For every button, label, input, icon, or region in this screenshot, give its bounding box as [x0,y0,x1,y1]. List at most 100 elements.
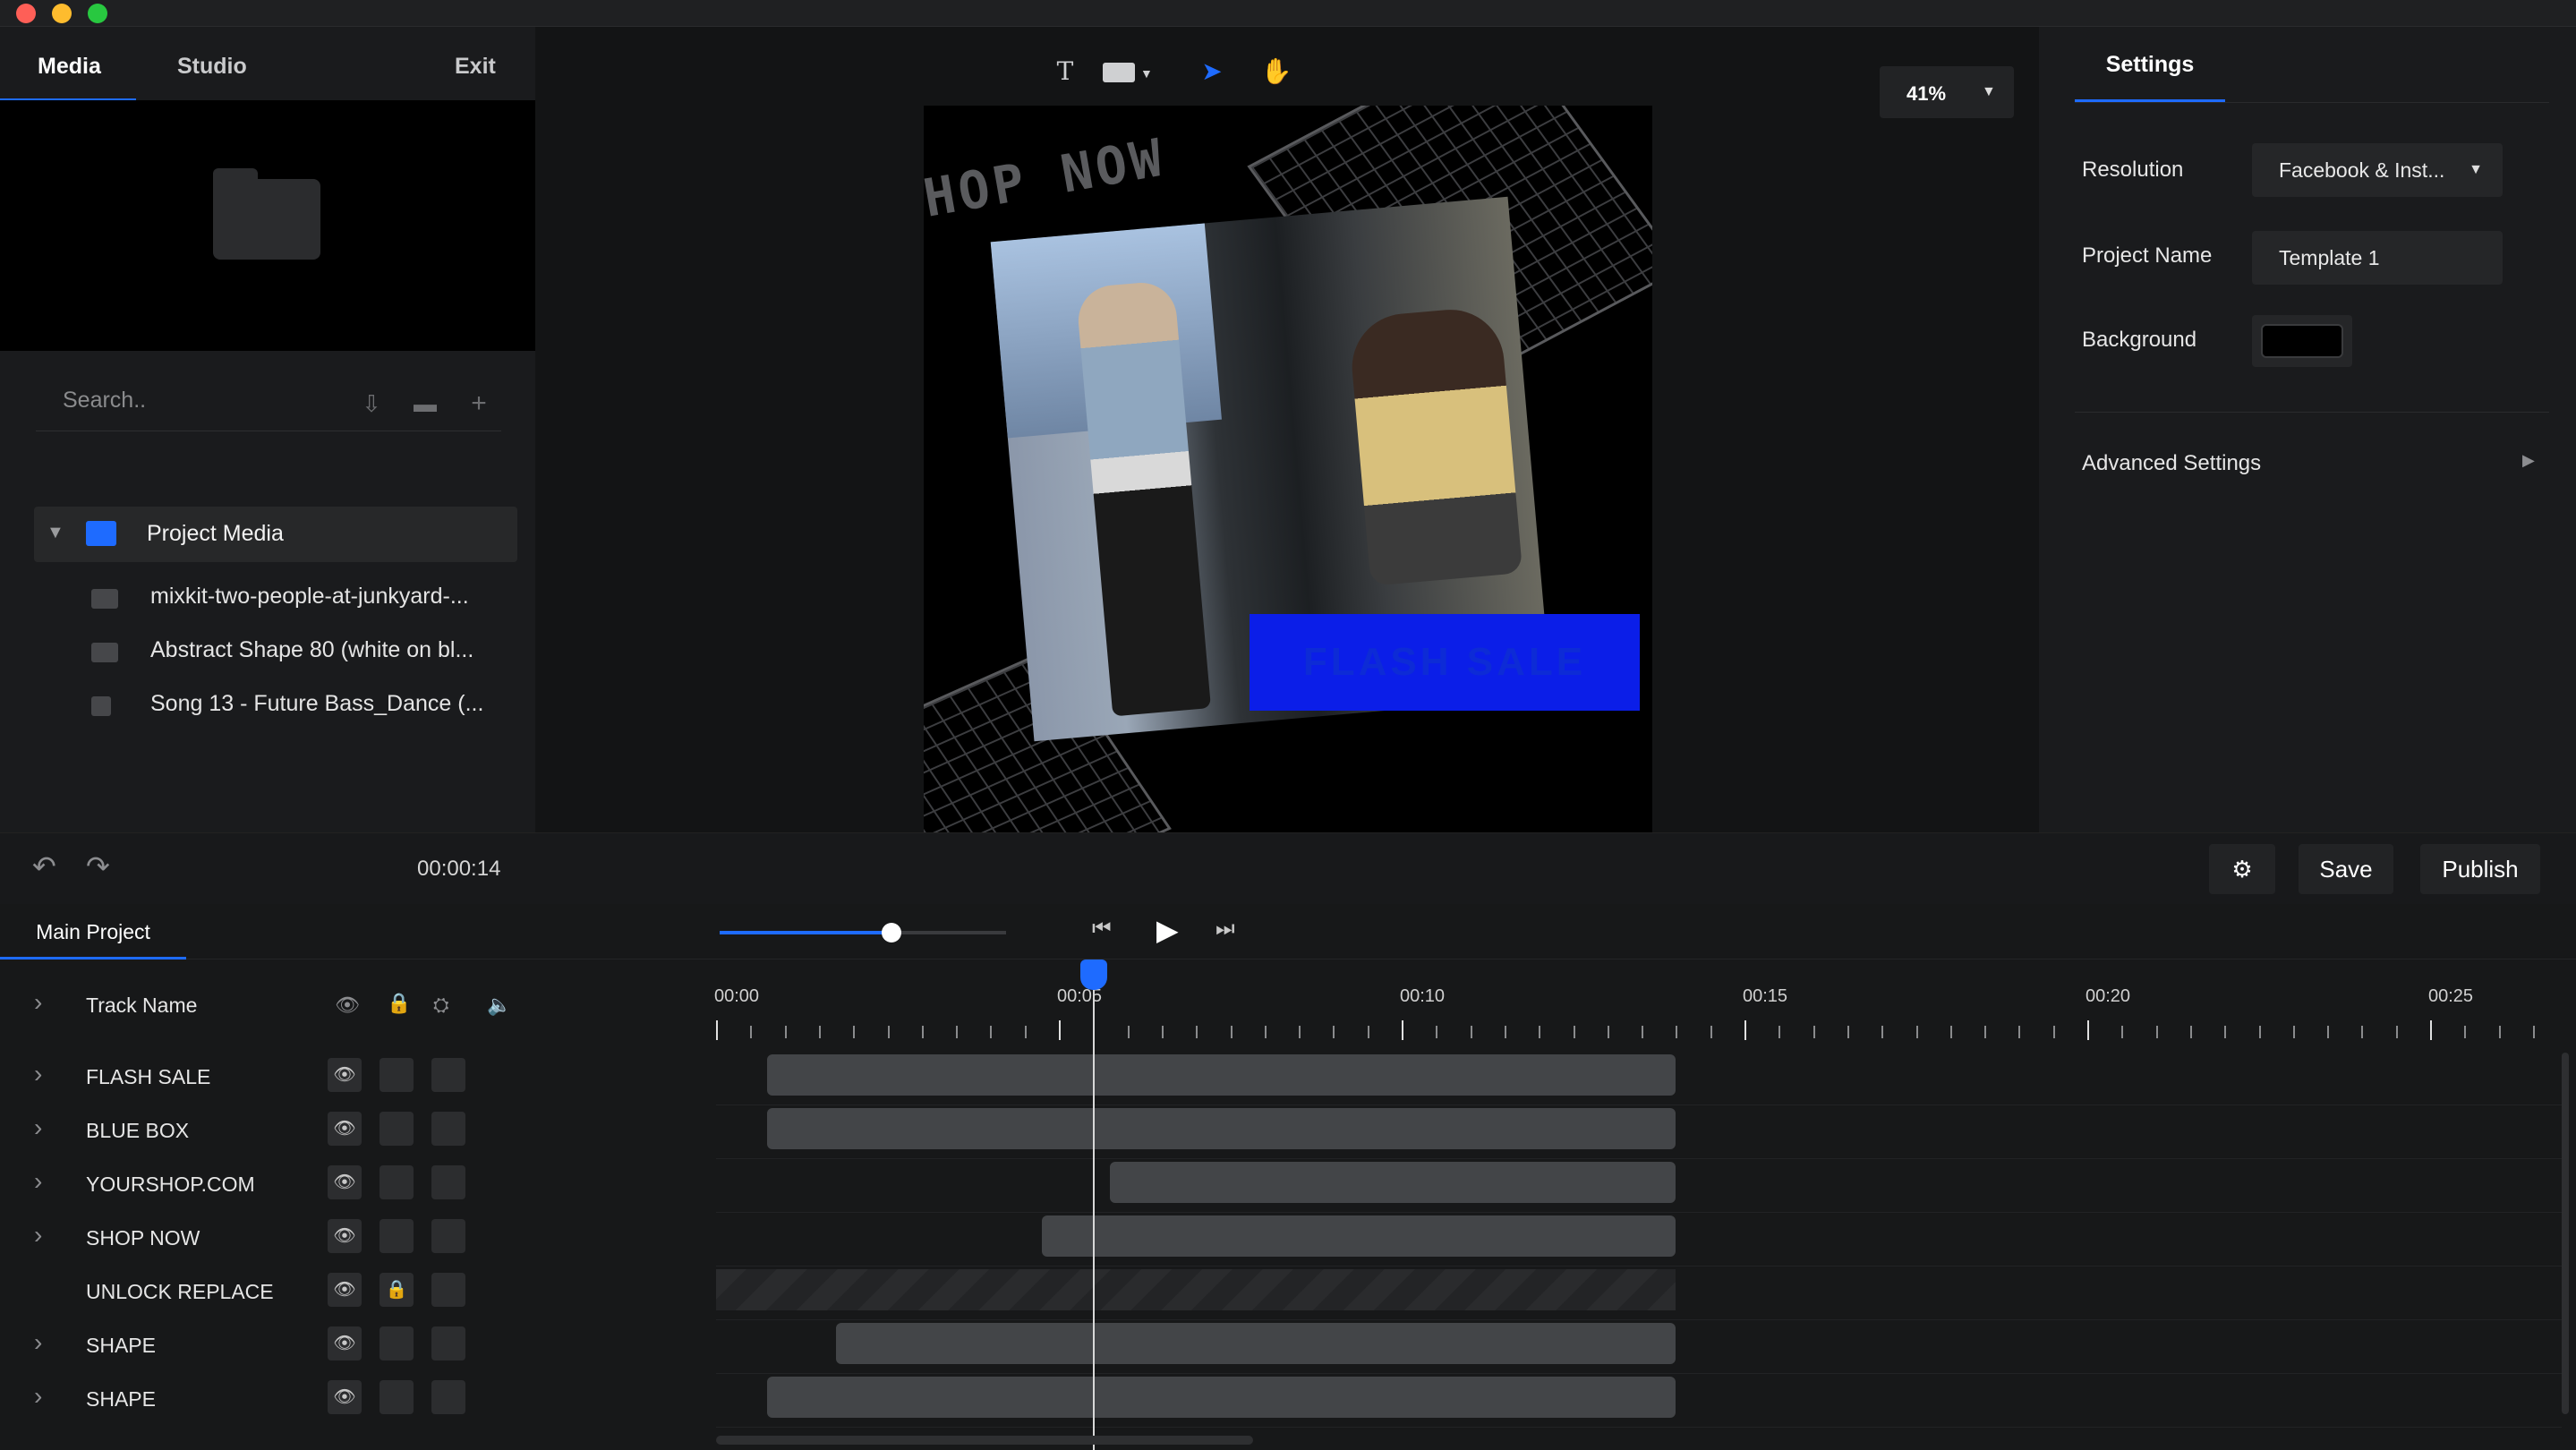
volume-header-icon[interactable]: 🔈 [487,994,511,1017]
maximize-window-button[interactable] [88,4,107,23]
undo-icon[interactable]: ↶ [32,849,56,883]
text-tool-icon[interactable]: T [1047,54,1083,90]
expand-track-icon[interactable]: › [34,1167,42,1196]
advanced-settings-toggle[interactable]: Advanced Settings [2082,451,2261,476]
tab-media[interactable]: Media [38,54,101,80]
caret-down-icon[interactable]: ▼ [47,523,64,543]
settings-gear-button[interactable]: ⚙ [2209,844,2275,894]
hand-tool-icon[interactable]: ✋ [1258,54,1294,90]
exit-button[interactable]: Exit [455,54,496,80]
track-clip[interactable] [767,1108,1676,1149]
play-icon[interactable]: ▶ [1156,913,1179,947]
track-solo-toggle[interactable] [431,1326,465,1360]
track-name[interactable]: YOURSHOP.COM [86,1173,255,1197]
track-lock-toggle[interactable] [380,1112,414,1146]
track-clip[interactable] [1041,1215,1676,1257]
tab-studio[interactable]: Studio [177,54,247,80]
track-separator [716,1427,2562,1428]
track-clip[interactable] [716,1269,1676,1310]
shop-now-text[interactable]: SHOP NOW [924,126,1170,235]
slider-knob[interactable] [882,923,901,942]
track-name[interactable]: SHAPE [86,1387,156,1412]
binoculars-header-icon[interactable]: ⛭ [433,994,449,1017]
track-visibility-eye-icon[interactable]: 👁 [328,1273,362,1307]
horizontal-scrollbar[interactable] [716,1436,1253,1445]
track-clip[interactable] [1110,1162,1676,1203]
ruler-tick [2430,1020,2432,1040]
resolution-dropdown[interactable]: Facebook & Inst... ▼ [2252,143,2503,197]
track-solo-toggle[interactable] [431,1165,465,1199]
ruler-tick [2121,1026,2124,1038]
track-lock-toggle[interactable] [380,1326,414,1360]
canvas-stage[interactable]: SHOP NOW FLASH SALE [924,106,1652,832]
save-button[interactable]: Save [2299,844,2393,894]
track-lock-toggle[interactable] [380,1380,414,1414]
ruler-tick [1402,1020,1403,1040]
select-tool-icon[interactable]: ➤ [1194,54,1230,90]
track-separator [716,1373,2562,1374]
ruler-tick [887,1026,890,1038]
minimize-window-button[interactable] [52,4,72,23]
expand-track-icon[interactable]: › [34,1060,42,1088]
track-lock-toggle[interactable] [380,1165,414,1199]
track-visibility-eye-icon[interactable]: 👁 [328,1326,362,1360]
zoom-dropdown[interactable]: 41% ▼ [1880,66,2014,118]
track-name[interactable]: SHAPE [86,1334,156,1358]
track-clip[interactable] [836,1323,1676,1364]
lock-header-icon[interactable]: 🔒 [387,992,411,1015]
close-window-button[interactable] [16,4,36,23]
track-visibility-eye-icon[interactable]: 👁 [328,1112,362,1146]
ruler-tick [1984,1026,1987,1038]
track-name[interactable]: UNLOCK REPLACE [86,1280,274,1304]
track-name[interactable]: FLASH SALE [86,1065,210,1089]
slider-fill [720,931,891,934]
track-clip[interactable] [767,1377,1676,1418]
track-name[interactable]: SHOP NOW [86,1226,200,1250]
track-name[interactable]: BLUE BOX [86,1119,189,1143]
expand-track-icon[interactable]: › [34,1221,42,1250]
import-icon[interactable]: ⇩ [358,390,385,417]
folder-blue-icon [86,521,116,546]
ruler-tick [2292,1026,2295,1038]
redo-icon[interactable]: ↷ [86,849,110,883]
track-solo-toggle[interactable] [431,1058,465,1092]
chevron-right-icon[interactable]: ▶ [2522,451,2535,470]
search-input[interactable] [36,378,304,422]
track-visibility-eye-icon[interactable]: 👁 [328,1219,362,1253]
tab-main-project[interactable]: Main Project [0,904,186,960]
playhead-handle[interactable] [1080,960,1108,990]
project-media-folder[interactable]: ▼ Project Media [34,507,517,562]
track-visibility-eye-icon[interactable]: 👁 [328,1058,362,1092]
new-folder-icon[interactable]: ▬ [412,390,439,417]
track-lock-toggle[interactable] [380,1219,414,1253]
background-color-picker[interactable] [2252,315,2352,367]
skip-back-icon[interactable]: ⏮ [1092,917,1112,942]
divider [2075,412,2549,413]
background-label: Background [2082,328,2197,352]
expand-track-icon[interactable]: › [34,1113,42,1142]
image-icon [91,643,118,662]
track-clip[interactable] [767,1054,1676,1096]
track-solo-toggle[interactable] [431,1273,465,1307]
tab-settings[interactable]: Settings [2075,52,2225,102]
track-visibility-eye-icon[interactable]: 👁 [328,1165,362,1199]
visibility-header-icon[interactable]: 👁 [335,994,360,1017]
publish-button[interactable]: Publish [2420,844,2540,894]
flash-sale-box[interactable]: FLASH SALE [1250,614,1640,711]
add-icon[interactable]: + [465,390,492,417]
vertical-scrollbar[interactable] [2562,1053,2569,1414]
expand-track-icon[interactable]: › [34,1382,42,1411]
expand-track-icon[interactable]: › [34,1328,42,1357]
shape-tool-icon[interactable]: ▼ [1099,54,1162,90]
timeline-zoom-slider[interactable] [720,923,1006,942]
chevron-right-icon[interactable]: › [34,988,42,1017]
track-visibility-eye-icon[interactable]: 👁 [328,1380,362,1414]
project-name-field[interactable]: Template 1 [2252,231,2503,285]
track-solo-toggle[interactable] [431,1219,465,1253]
skip-forward-icon[interactable]: ⏭ [1215,917,1235,942]
track-solo-toggle[interactable] [431,1112,465,1146]
track-lock-toggle[interactable] [380,1058,414,1092]
track-lock-icon[interactable]: 🔒 [380,1273,414,1307]
track-solo-toggle[interactable] [431,1380,465,1414]
time-label: 00:20 [2086,986,2131,1006]
